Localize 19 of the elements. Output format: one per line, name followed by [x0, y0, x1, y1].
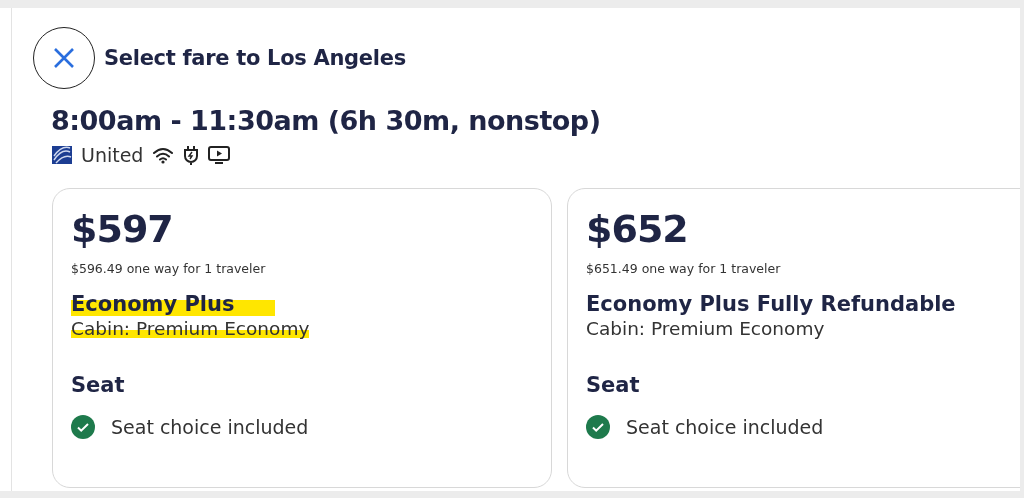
- fare-name: Economy Plus Fully Refundable: [586, 292, 957, 316]
- fare-card[interactable]: $652 $651.49 one way for 1 traveler Economy Plus Fully Refundable Cabin: Premium Economy Seat Seat choice included: [567, 188, 1020, 488]
- price-detail: $651.49 one way for 1 traveler: [586, 261, 782, 276]
- airline-logo-icon: [52, 146, 72, 164]
- dialog-title: Select fare to Los Angeles: [104, 46, 406, 70]
- section-heading: Seat: [586, 373, 641, 397]
- flight-times: 8:00am - 11:30am (6h 30m, nonstop): [51, 105, 602, 136]
- cabin-class: Cabin: Premium Economy: [586, 318, 825, 339]
- feature-text: Seat choice included: [626, 416, 824, 438]
- plug-icon: [183, 145, 200, 165]
- screen-icon: [208, 146, 231, 164]
- price-detail: $596.49 one way for 1 traveler: [71, 261, 267, 276]
- feature-text: Seat choice included: [111, 416, 309, 438]
- close-icon: [52, 46, 76, 70]
- fare-price: $597: [71, 207, 174, 251]
- fare-price: $652: [586, 207, 689, 251]
- wifi-icon: [152, 146, 175, 164]
- airline-name: United: [81, 144, 144, 166]
- section-heading: Seat: [71, 373, 126, 397]
